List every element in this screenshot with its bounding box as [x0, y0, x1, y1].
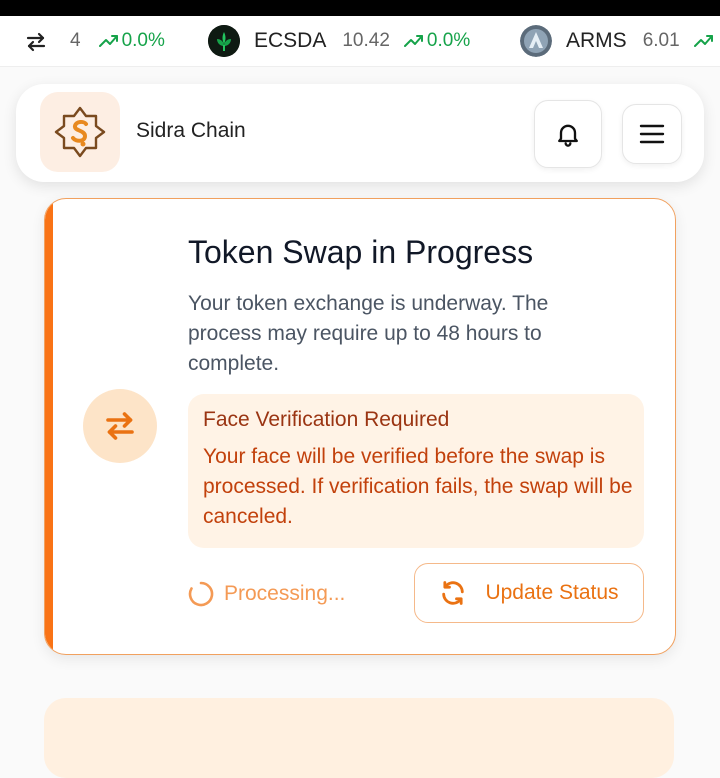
update-status-label: Update Status [485, 581, 619, 604]
ticker-item[interactable]: ECSDA 10.42 0.0% [208, 16, 470, 66]
trend-up-icon [98, 35, 118, 47]
ticker-item[interactable]: 4 0.0% [70, 16, 165, 66]
swap-arrows-icon[interactable] [22, 28, 50, 56]
spinner-icon [188, 581, 214, 607]
notifications-button[interactable] [534, 100, 602, 168]
ticker-change-value: 0.0% [426, 30, 471, 51]
ecsda-logo [208, 25, 240, 57]
bell-icon [558, 124, 578, 147]
swap-title: Token Swap in Progress [188, 234, 534, 270]
face-verification-notice: Face Verification Required Your face wil… [188, 394, 644, 548]
menu-icon [639, 124, 665, 144]
trend-up-icon [693, 35, 713, 47]
processing-status: Processing... [188, 579, 345, 609]
ticker-change: 0.0% [98, 30, 165, 52]
processing-text: Processing... [224, 582, 346, 605]
swap-icon [83, 389, 157, 463]
notice-title: Face Verification Required [203, 408, 450, 431]
menu-button[interactable] [622, 104, 682, 164]
app-header: Sidra Chain [16, 84, 704, 182]
refresh-icon [442, 581, 465, 605]
next-card [44, 698, 674, 778]
swap-description: Your token exchange is underway. The pro… [188, 292, 549, 375]
trend-up-icon [403, 35, 423, 47]
ticker-price: 4 [70, 30, 81, 51]
sidra-logo[interactable] [40, 92, 120, 172]
notice-body: Your face will be verified before the sw… [203, 445, 633, 528]
accent-bar [45, 199, 53, 654]
ticker-change: 0.0% [403, 30, 471, 52]
ticker-symbol: ECSDA [254, 29, 327, 52]
price-ticker: 4 0.0% ECSDA 10.42 0.0% ARMS 6.01 [0, 16, 720, 67]
ticker-price: 10.42 [342, 30, 390, 51]
ticker-price: 6.01 [642, 30, 680, 51]
brand-name: Sidra Chain [136, 119, 246, 142]
swap-progress-card: Token Swap in Progress Your token exchan… [44, 198, 676, 655]
ticker-symbol: ARMS [566, 29, 627, 52]
ticker-change [693, 34, 717, 48]
arms-logo [520, 25, 552, 57]
ticker-change-value: 0.0% [121, 30, 165, 51]
status-bar [0, 0, 720, 16]
update-status-button[interactable]: Update Status [414, 563, 644, 623]
ticker-item[interactable]: ARMS 6.01 [520, 16, 717, 66]
